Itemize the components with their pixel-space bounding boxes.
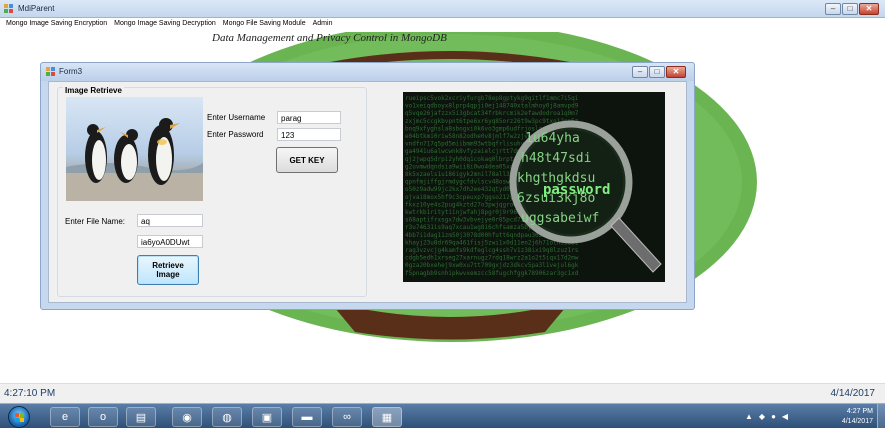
penguins-image xyxy=(66,97,203,201)
menu-image-encryption[interactable]: Mongo Image Saving Encryption xyxy=(3,18,111,32)
close-button[interactable]: ✕ xyxy=(859,3,879,15)
menu-strip: Mongo Image Saving Encryption Mongo Imag… xyxy=(0,18,885,32)
chrome-icon[interactable]: ◉ xyxy=(172,407,202,427)
internet-explorer-icon[interactable]: e xyxy=(50,407,80,427)
password-magnifier-drawing: rueipsc5vok2xcriyfurgb78ep8gptykg9qitlf1… xyxy=(403,92,665,282)
close-icon: ✕ xyxy=(672,67,680,76)
username-input[interactable]: parag xyxy=(277,111,341,124)
minimize-icon: – xyxy=(637,67,643,76)
start-button[interactable] xyxy=(8,406,30,428)
get-key-button[interactable]: GET KEY xyxy=(276,147,338,173)
tray-network-icon[interactable]: ◆ xyxy=(759,412,765,421)
cmd-icon[interactable]: ▬ xyxy=(292,407,322,427)
maximize-button[interactable]: □ xyxy=(842,3,858,15)
tray-clock-time: 4:27 PM xyxy=(846,408,873,415)
file-name-label: Enter File Name: xyxy=(65,217,126,226)
retrieve-image-label: Retrieve Image xyxy=(152,261,184,279)
minimize-button[interactable]: – xyxy=(825,3,841,15)
form3-window: Form3 – □ ✕ Image Retrieve Enter Usernam… xyxy=(40,62,695,310)
tray-clock[interactable]: 4:27 PM 4/14/2017 xyxy=(842,407,873,427)
tray-info-icon[interactable]: ● xyxy=(771,412,776,421)
form-minimize-button[interactable]: – xyxy=(632,66,648,78)
show-desktop-button[interactable] xyxy=(877,404,885,428)
status-date: 4/14/2017 xyxy=(830,388,876,399)
matrix-text-row: cdgb5edh1xrseg27xarnugz7rdq18wrz2a1o2t5i… xyxy=(405,255,579,262)
menu-admin[interactable]: Admin xyxy=(310,18,337,32)
svg-text:uggsabeiwf: uggsabeiwf xyxy=(521,211,599,226)
taskbar: e o ▤ ◉ ◍ ▣ ▬ ∞ ▦ ▲ ◆ ● ◀ 4:27 PM 4/14/2… xyxy=(0,403,885,428)
retrieve-image-button[interactable]: Retrieve Image xyxy=(137,255,199,285)
outlook-icon[interactable]: o xyxy=(88,407,118,427)
form-close-button[interactable]: ✕ xyxy=(666,66,686,78)
app-icon xyxy=(4,4,13,13)
windows-logo-icon xyxy=(15,413,24,422)
password-magnifier-image: rueipsc5vok2xcriyfurgb78ep8gptykg9qitlf1… xyxy=(403,92,665,282)
svg-text:h48t47sdi: h48t47sdi xyxy=(521,151,591,166)
form-maximize-button[interactable]: □ xyxy=(649,66,665,78)
svg-text:1u64yha: 1u64yha xyxy=(525,131,580,146)
password-input[interactable]: 123 xyxy=(277,128,341,141)
minimize-icon: – xyxy=(830,4,836,13)
maximize-icon: □ xyxy=(654,67,660,76)
mdi-title-bar: MdiParent – □ ✕ xyxy=(0,0,885,18)
form3-title-bar: Form3 – □ ✕ xyxy=(41,63,694,81)
app-icon[interactable]: ▦ xyxy=(372,407,402,427)
form3-caption-buttons: – □ ✕ xyxy=(632,66,686,78)
key-output-field[interactable]: ia6yoA0DUwt xyxy=(137,235,203,248)
file-name-input[interactable]: aq xyxy=(137,214,203,227)
status-time: 4:27:10 PM xyxy=(4,388,56,399)
matrix-text-row: f5pnagbb9snhipkwvxemzcc58fugchfggk78906z… xyxy=(405,270,579,277)
close-icon: ✕ xyxy=(865,4,873,13)
penguins-drawing xyxy=(66,118,203,201)
background-title: Data Management and Privacy Control in M… xyxy=(212,32,447,44)
tray-volume-icon[interactable]: ◀ xyxy=(782,412,788,421)
matrix-text-row: vo1xeiqdboyx8lprp4qpji0ej148740xtalmhoy0… xyxy=(405,103,579,110)
firefox-icon[interactable]: ◍ xyxy=(212,407,242,427)
matrix-text-row: 0gza20bxehej9xw0xu7tt709gxjdz3dkcv5pa3l1… xyxy=(405,262,579,269)
matrix-text-row: rueipsc5vok2xcriyfurgb78ep8gptykg9qitlf1… xyxy=(405,95,579,102)
maximize-icon: □ xyxy=(847,4,853,13)
group-title: Image Retrieve xyxy=(63,86,124,95)
password-label: Enter Password xyxy=(207,130,264,139)
menu-image-decryption[interactable]: Mongo Image Saving Decryption xyxy=(111,18,220,32)
tray-clock-date: 4/14/2017 xyxy=(841,418,873,425)
username-label: Enter Username xyxy=(207,113,266,122)
tray-chevron-icon[interactable]: ▲ xyxy=(745,412,753,421)
mdi-window-title: MdiParent xyxy=(18,4,55,13)
status-strip: 4:27:10 PM 4/14/2017 xyxy=(0,383,885,403)
infinity-icon[interactable]: ∞ xyxy=(332,407,362,427)
matrix-text-row: q5vqe26jafzzx5i3gbcat34frbkrcmik2efawdod… xyxy=(405,110,579,117)
mdi-caption-buttons: – □ ✕ xyxy=(825,3,879,15)
matrix-text-row: rag3vzvcjg4kamfs9kdfeglcg4ssh7v1z38ixi9q… xyxy=(405,247,579,254)
folder-icon[interactable]: ▤ xyxy=(126,407,156,427)
form3-client: Image Retrieve Enter Username parag Ente… xyxy=(48,81,687,303)
form-icon xyxy=(46,67,55,76)
highlighted-password-word: password xyxy=(543,182,610,198)
menu-file-saving[interactable]: Mongo File Saving Module xyxy=(220,18,310,32)
window-icon[interactable]: ▣ xyxy=(252,407,282,427)
form3-title: Form3 xyxy=(59,67,83,76)
